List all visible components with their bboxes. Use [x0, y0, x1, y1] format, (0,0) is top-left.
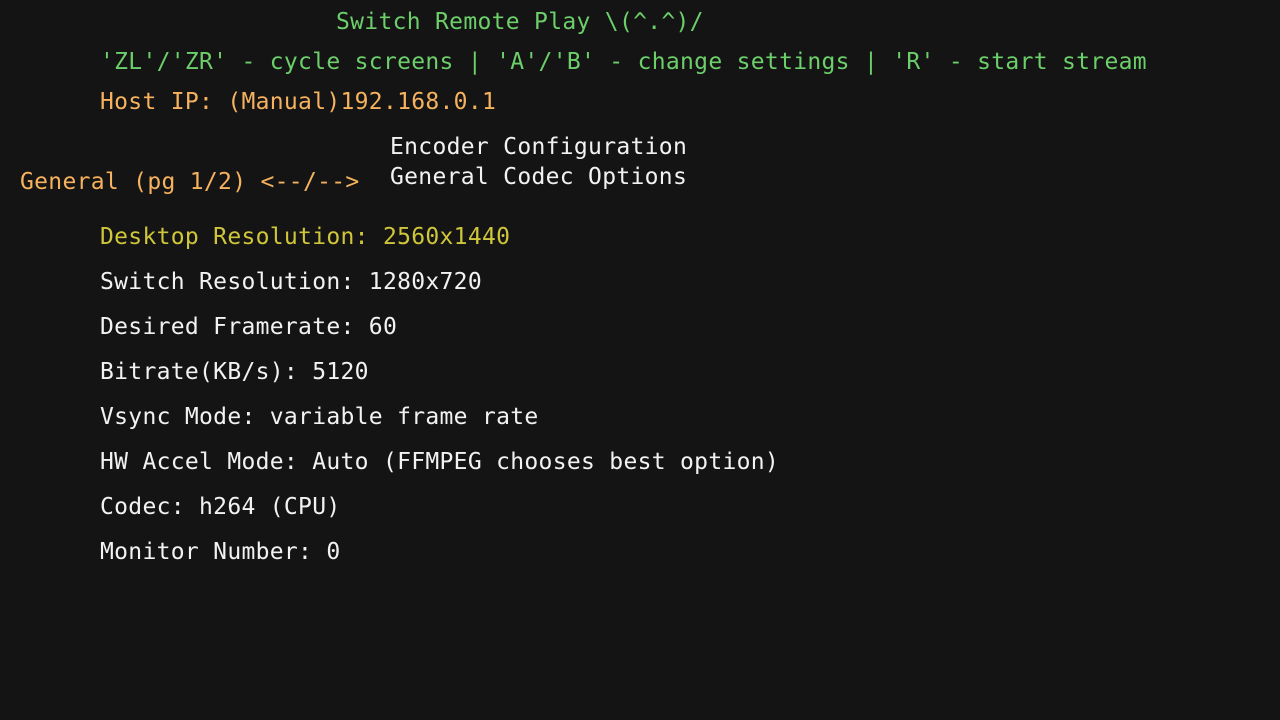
setting-monitor-number[interactable]: Monitor Number: 0 [100, 541, 341, 564]
setting-vsync-mode[interactable]: Vsync Mode: variable frame rate [100, 406, 539, 429]
setting-bitrate[interactable]: Bitrate(KB/s): 5120 [100, 361, 369, 384]
screen-title: Encoder Configuration [390, 134, 688, 160]
setting-desktop-resolution[interactable]: Desktop Resolution: 2560x1440 [100, 226, 510, 249]
host-ip-label: Host IP: (Manual)192.168.0.1 [100, 89, 497, 115]
setting-codec[interactable]: Codec: h264 (CPU) [100, 496, 341, 519]
page-indicator[interactable]: General (pg 1/2) <--/--> [20, 171, 360, 194]
setting-desired-framerate[interactable]: Desired Framerate: 60 [100, 316, 397, 339]
setting-hw-accel-mode[interactable]: HW Accel Mode: Auto (FFMPEG chooses best… [100, 451, 779, 474]
screen-subtitle: General Codec Options [390, 164, 688, 190]
setting-switch-resolution[interactable]: Switch Resolution: 1280x720 [100, 271, 482, 294]
controls-hint: 'ZL'/'ZR' - cycle screens | 'A'/'B' - ch… [100, 49, 1147, 75]
app-title: Switch Remote Play \(^.^)/ [336, 9, 704, 35]
